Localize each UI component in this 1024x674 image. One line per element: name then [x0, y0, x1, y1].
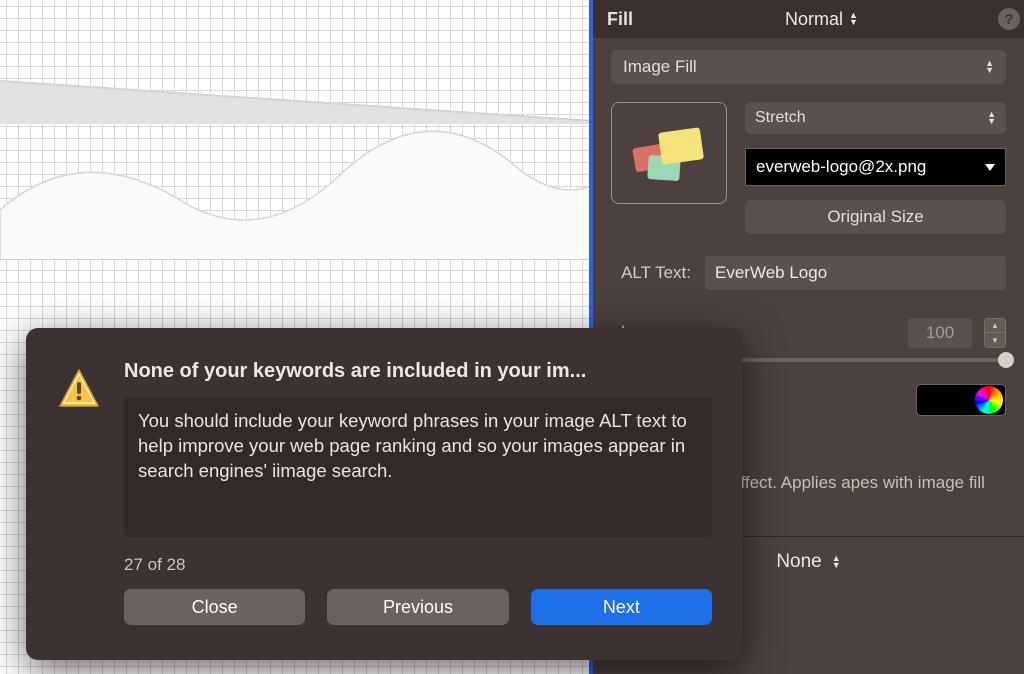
updown-icon: ▲▼ [849, 12, 858, 26]
blend-mode-select[interactable]: Normal ▲▼ [785, 9, 858, 30]
dialog-counter: 27 of 28 [124, 555, 712, 575]
next-label: Next [603, 597, 640, 618]
alt-text-label: ALT Text: [611, 263, 691, 283]
previous-label: Previous [383, 597, 453, 618]
logo-icon [630, 122, 708, 184]
scale-mode-value: Stretch [755, 109, 806, 127]
stroke-value: None [776, 551, 821, 573]
color-well[interactable] [916, 384, 1006, 416]
original-size-label: Original Size [827, 207, 923, 227]
fill-type-select[interactable]: Image Fill ▲▼ [611, 50, 1006, 84]
scale-stepper[interactable]: ▲ ▼ [984, 318, 1006, 348]
dialog-message: You should include your keyword phrases … [124, 397, 712, 537]
alt-text-input[interactable]: EverWeb Logo [705, 256, 1006, 290]
warning-dialog: None of your keywords are included in yo… [26, 328, 742, 660]
color-wheel-icon[interactable] [975, 386, 1003, 414]
canvas-artwork [0, 80, 593, 260]
updown-icon: ▲▼ [987, 111, 996, 125]
updown-icon: ▲▼ [985, 60, 994, 74]
close-button[interactable]: Close [124, 589, 305, 625]
scale-value: 100 [926, 323, 954, 343]
previous-button[interactable]: Previous [327, 589, 508, 625]
blend-mode-label: Normal [785, 9, 843, 30]
close-label: Close [192, 597, 238, 618]
warning-icon [56, 366, 102, 412]
alt-text-value: EverWeb Logo [715, 263, 827, 283]
original-size-button[interactable]: Original Size [745, 200, 1006, 234]
image-file-chip[interactable]: everweb-logo@2x.png [745, 148, 1006, 186]
slider-knob[interactable] [998, 352, 1014, 368]
chevron-down-icon [985, 164, 995, 171]
image-filename: everweb-logo@2x.png [756, 157, 926, 177]
fill-type-value: Image Fill [623, 57, 697, 77]
section-title: Fill [607, 9, 633, 30]
stepper-down-icon[interactable]: ▼ [984, 333, 1006, 348]
stepper-up-icon[interactable]: ▲ [984, 318, 1006, 333]
dialog-title: None of your keywords are included in yo… [124, 360, 712, 383]
fill-section-header: Fill Normal ▲▼ ? [593, 0, 1024, 38]
scale-value-input[interactable]: 100 [908, 318, 972, 348]
image-thumbnail[interactable] [611, 102, 727, 204]
updown-icon: ▲▼ [832, 555, 841, 569]
help-icon[interactable]: ? [998, 8, 1020, 30]
next-button[interactable]: Next [531, 589, 712, 625]
scale-mode-select[interactable]: Stretch ▲▼ [745, 102, 1006, 134]
